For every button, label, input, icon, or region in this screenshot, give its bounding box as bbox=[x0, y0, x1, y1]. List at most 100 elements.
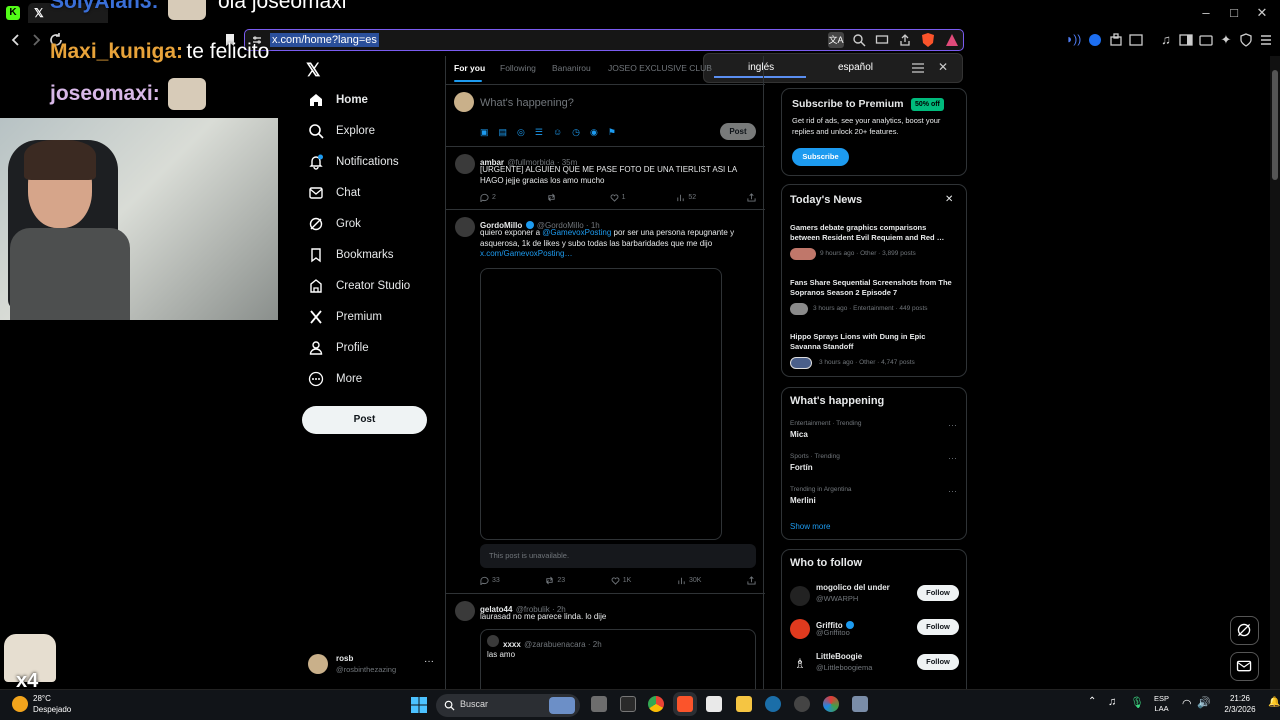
page-scrollbar[interactable] bbox=[1270, 56, 1280, 689]
kick-tab-icon[interactable]: K bbox=[6, 6, 20, 20]
post-3[interactable]: gelato44 @frobulik · 2h laurasad no me p… bbox=[446, 595, 765, 699]
post-1-avatar[interactable] bbox=[455, 154, 475, 174]
taskbar-search[interactable]: Buscar bbox=[436, 694, 580, 717]
media-icon[interactable]: ▣ bbox=[480, 127, 489, 138]
translate-close-icon[interactable]: ✕ bbox=[938, 60, 948, 74]
emoji-icon[interactable]: ☺ bbox=[553, 127, 562, 138]
scrollbar-thumb[interactable] bbox=[1272, 70, 1278, 180]
tab-following[interactable]: Following bbox=[500, 63, 536, 73]
flag-icon[interactable]: ⚑ bbox=[608, 127, 616, 138]
news-item-3-title[interactable]: Hippo Sprays Lions with Dung in Epic Sav… bbox=[790, 332, 958, 352]
nav-explore[interactable]: Explore bbox=[308, 120, 375, 142]
steam-icon[interactable] bbox=[765, 696, 781, 712]
wallet-icon[interactable]: ◗)) bbox=[1066, 32, 1082, 48]
show-more-link[interactable]: Show more bbox=[790, 522, 830, 531]
tray-headset-icon[interactable]: ♫ bbox=[1108, 696, 1116, 708]
close-window-button[interactable]: ✕ bbox=[1252, 3, 1272, 23]
tab-joseo-club[interactable]: JOSEO EXCLUSIVE CLUB bbox=[608, 63, 712, 73]
translate-options-icon[interactable] bbox=[911, 61, 925, 75]
nav-profile[interactable]: Profile bbox=[308, 337, 369, 359]
composer-input[interactable]: What's happening? bbox=[480, 97, 574, 109]
repost-button[interactable] bbox=[547, 193, 559, 202]
notification-bell-icon[interactable]: 🔔 bbox=[1268, 697, 1280, 708]
share-icon[interactable] bbox=[898, 33, 912, 47]
cast-icon[interactable] bbox=[875, 33, 889, 47]
tab-for-you[interactable]: For you bbox=[454, 63, 485, 73]
wallet-card-icon[interactable] bbox=[1198, 32, 1214, 48]
maximize-button[interactable]: □ bbox=[1224, 3, 1244, 23]
forward-icon[interactable] bbox=[28, 32, 44, 48]
brave-icon[interactable] bbox=[677, 696, 693, 712]
post-2-media[interactable] bbox=[480, 268, 722, 540]
brave-shield-icon[interactable] bbox=[921, 32, 935, 48]
weather-temp[interactable]: 28°C bbox=[33, 694, 51, 703]
gif-icon[interactable]: ▤ bbox=[499, 127, 508, 138]
account-more-icon[interactable]: ··· bbox=[424, 656, 434, 667]
repost-button[interactable]: 23 bbox=[545, 576, 565, 585]
nav-more[interactable]: More bbox=[308, 368, 362, 390]
discord-icon[interactable] bbox=[794, 696, 810, 712]
nav-notifications[interactable]: Notifications bbox=[308, 151, 399, 173]
grok-float-button[interactable] bbox=[1230, 616, 1259, 645]
grok-compose-icon[interactable]: ◎ bbox=[517, 127, 525, 138]
follow-button-3[interactable]: Follow bbox=[917, 654, 959, 670]
post-2[interactable]: GordoMillo @GordoMillo · 1h quiero expon… bbox=[446, 211, 765, 594]
subscribe-button[interactable]: Subscribe bbox=[792, 148, 849, 166]
composer-post-button[interactable]: Post bbox=[720, 123, 756, 140]
rewards-icon[interactable] bbox=[945, 33, 959, 47]
trend-1-name[interactable]: Mica bbox=[790, 430, 808, 439]
translate-lang-spanish[interactable]: español bbox=[838, 62, 873, 73]
task-view-icon[interactable] bbox=[591, 696, 607, 712]
clock[interactable]: 21:26 2/3/2026 bbox=[1214, 693, 1266, 715]
trend-1-more-icon[interactable]: ··· bbox=[948, 420, 957, 430]
reply-button[interactable]: 33 bbox=[480, 576, 500, 585]
menu-icon[interactable] bbox=[1258, 32, 1274, 48]
nav-bookmarks[interactable]: Bookmarks bbox=[308, 244, 394, 266]
location-icon[interactable]: ◉ bbox=[590, 127, 598, 138]
tab-bananirou[interactable]: Bananirou bbox=[552, 63, 591, 73]
like-button[interactable]: 1K bbox=[611, 576, 631, 585]
poll-icon[interactable]: ☰ bbox=[535, 127, 543, 138]
messages-float-button[interactable] bbox=[1230, 652, 1259, 681]
app-triangle-icon[interactable] bbox=[823, 696, 839, 712]
back-icon[interactable] bbox=[8, 32, 24, 48]
screenshot-icon[interactable] bbox=[1128, 32, 1144, 48]
follow-button-1[interactable]: Follow bbox=[917, 585, 959, 601]
weather-icon[interactable] bbox=[12, 696, 28, 712]
nav-creator-studio[interactable]: Creator Studio bbox=[308, 275, 410, 297]
wifi-icon[interactable]: ◠ bbox=[1182, 697, 1192, 710]
tray-chevron-icon[interactable]: ⌃ bbox=[1088, 696, 1096, 707]
translate-icon[interactable]: 文A bbox=[828, 32, 844, 48]
brave-vpn-icon[interactable] bbox=[1238, 32, 1254, 48]
post-2-link[interactable]: x.com/GamevoxPosting… bbox=[480, 249, 572, 258]
epic-games-icon[interactable] bbox=[620, 696, 636, 712]
extensions-icon[interactable] bbox=[1108, 32, 1124, 48]
post-2-mention[interactable]: @GamevoxPosting bbox=[542, 228, 611, 237]
trend-3-name[interactable]: Merlini bbox=[790, 496, 816, 505]
store-icon[interactable] bbox=[706, 696, 722, 712]
news-close-icon[interactable]: ✕ bbox=[945, 194, 953, 205]
share-post-button[interactable] bbox=[747, 193, 756, 202]
language-indicator[interactable]: ESP LAA bbox=[1154, 694, 1169, 714]
post-2-avatar[interactable] bbox=[455, 217, 475, 237]
trend-3-more-icon[interactable]: ··· bbox=[948, 486, 957, 496]
tray-mic-icon[interactable]: 🎙 bbox=[1130, 696, 1144, 709]
chrome-icon[interactable] bbox=[648, 696, 664, 712]
nav-chat[interactable]: Chat bbox=[308, 182, 360, 204]
follow-button-2[interactable]: Follow bbox=[917, 619, 959, 635]
nav-grok[interactable]: Grok bbox=[308, 213, 361, 235]
nav-premium[interactable]: Premium bbox=[308, 306, 382, 328]
file-explorer-icon[interactable] bbox=[736, 696, 752, 712]
vpn-icon[interactable] bbox=[1087, 32, 1103, 48]
sidebar-icon[interactable] bbox=[1178, 32, 1194, 48]
volume-icon[interactable]: 🔊 bbox=[1197, 696, 1211, 709]
news-item-1-title[interactable]: Gamers debate graphics comparisons betwe… bbox=[790, 223, 958, 243]
windows-start-icon[interactable] bbox=[410, 696, 428, 714]
trend-2-more-icon[interactable]: ··· bbox=[948, 453, 957, 463]
trend-2-name[interactable]: Fortín bbox=[790, 463, 813, 472]
schedule-icon[interactable]: ◷ bbox=[572, 127, 580, 138]
post-3-avatar[interactable] bbox=[455, 601, 475, 621]
nav-post-button[interactable]: Post bbox=[302, 406, 427, 434]
post-1[interactable]: ambar @fullmorbida · 35m [URGENTE] ALGUI… bbox=[446, 148, 765, 210]
app-stack-icon[interactable] bbox=[852, 696, 868, 712]
